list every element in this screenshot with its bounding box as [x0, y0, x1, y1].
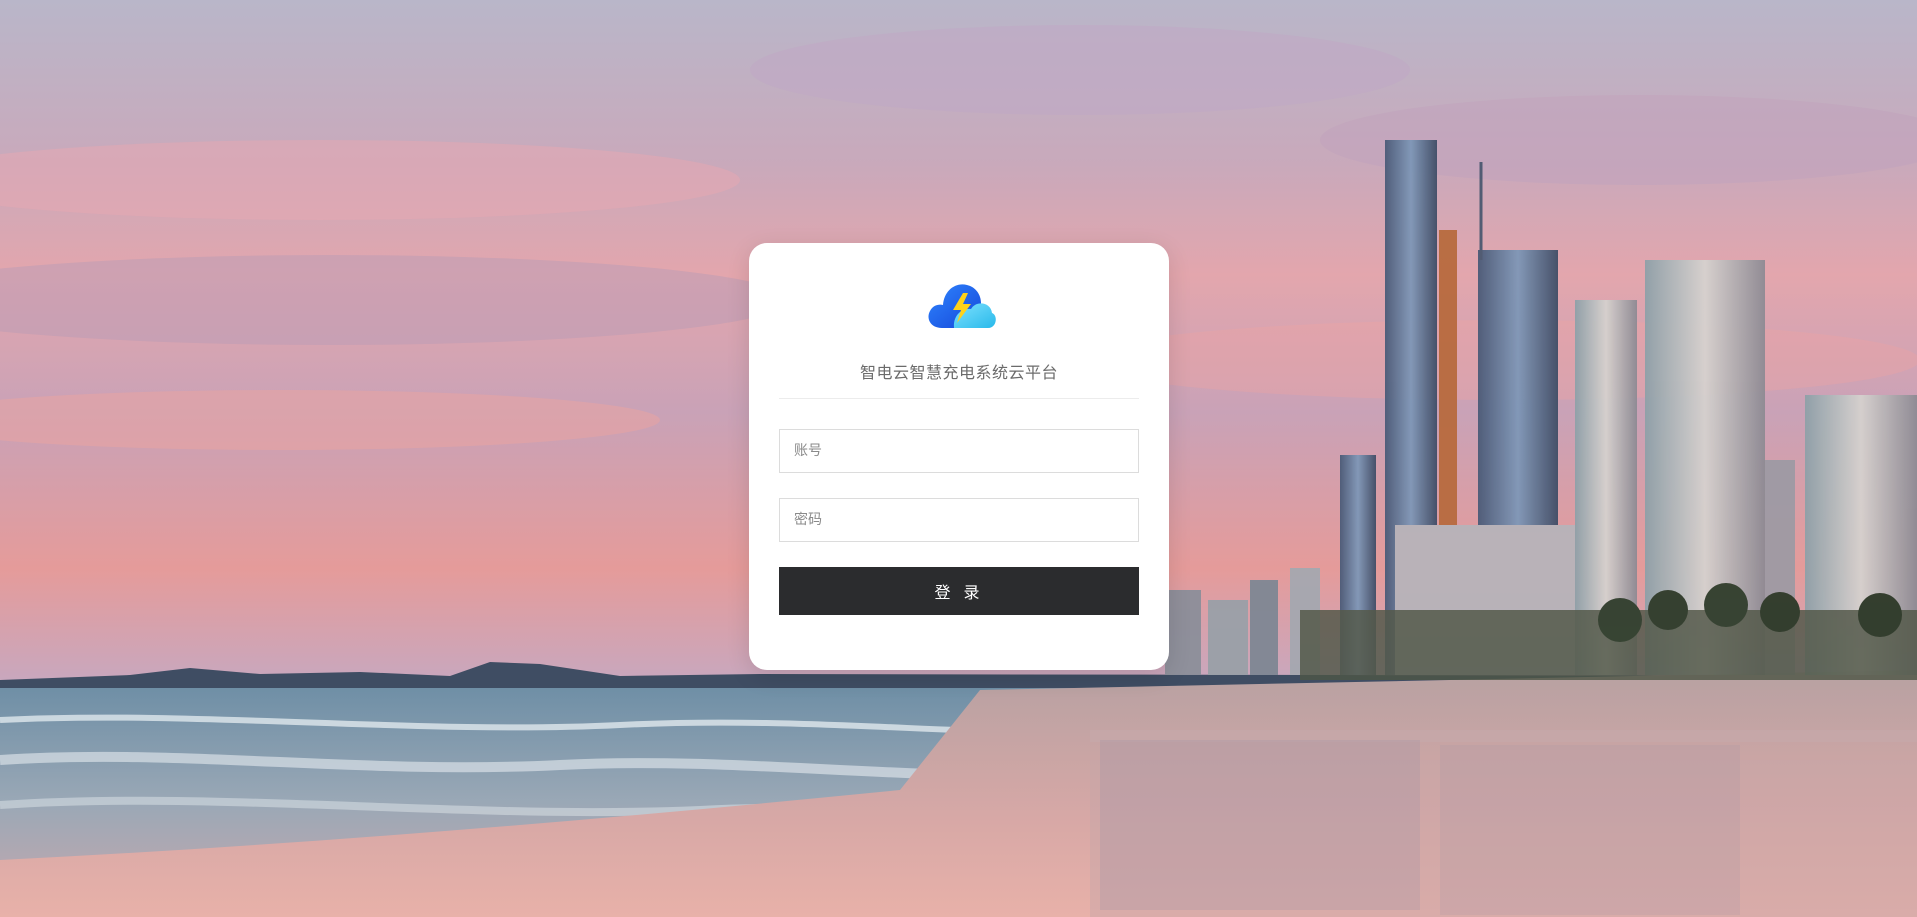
cloud-lightning-icon: [924, 274, 996, 334]
password-input[interactable]: [779, 498, 1139, 542]
login-button[interactable]: 登 录: [779, 567, 1139, 615]
app-title: 智电云智慧充电系统云平台: [859, 363, 1058, 382]
title-divider: [779, 398, 1139, 399]
login-card: 智电云智慧充电系统云平台 登 录: [749, 243, 1169, 670]
login-page: 智电云智慧充电系统云平台 登 录: [0, 0, 1917, 917]
account-input[interactable]: [779, 429, 1139, 473]
